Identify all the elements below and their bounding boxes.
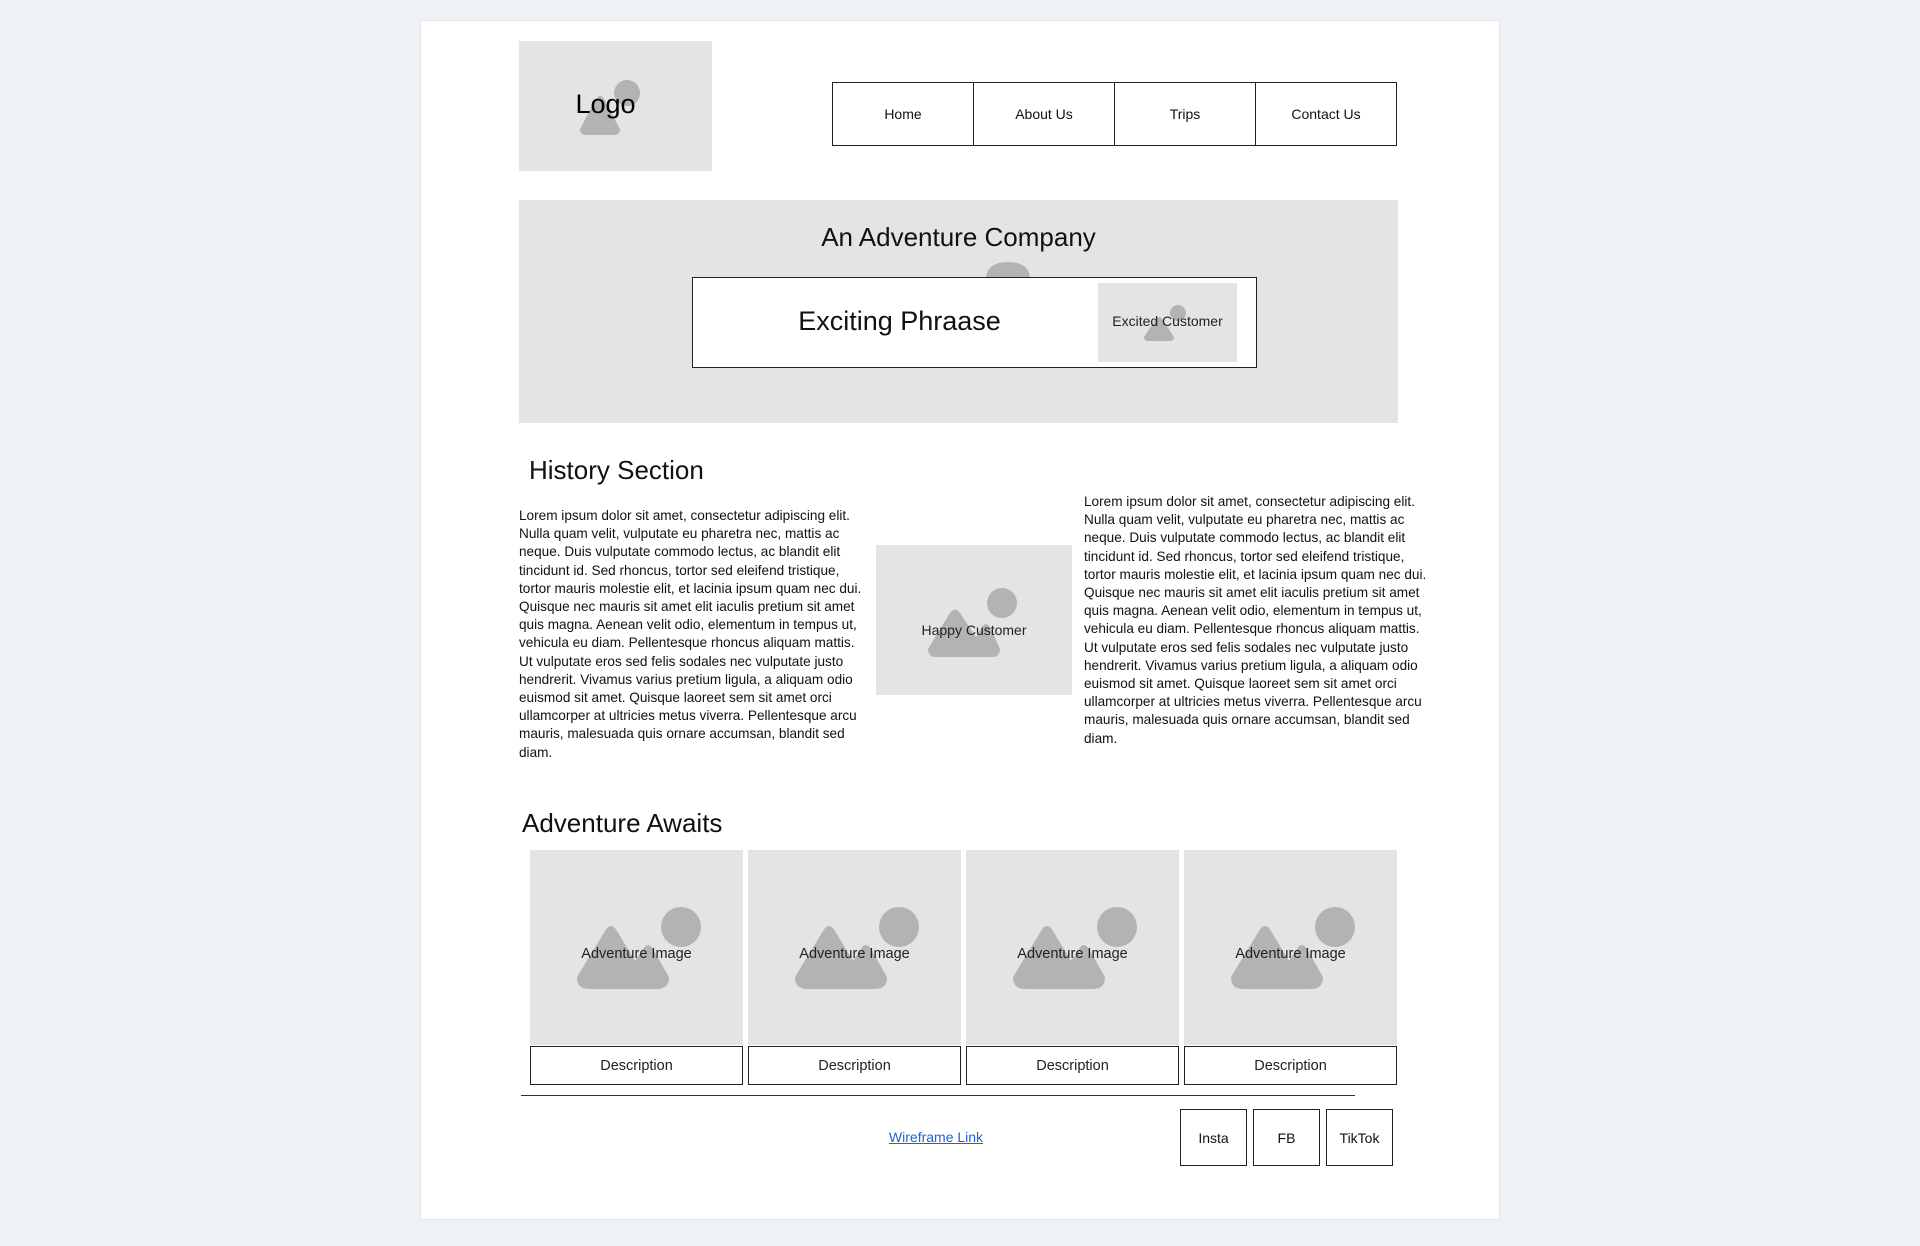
footer-divider: [521, 1095, 1355, 1096]
adventure-image-label: Adventure Image: [581, 946, 692, 962]
wireframe-page: Logo Home About Us Trips Contact Us An A…: [420, 20, 1500, 1220]
wireframe-link[interactable]: Wireframe Link: [886, 1129, 986, 1145]
adventure-image-3[interactable]: Adventure Image: [966, 850, 1179, 1045]
adventure-description-1[interactable]: Description: [530, 1046, 743, 1085]
adventure-image-label: Adventure Image: [1017, 946, 1128, 962]
adventure-description-2[interactable]: Description: [748, 1046, 961, 1085]
adventure-image-4[interactable]: Adventure Image: [1184, 850, 1397, 1045]
excited-customer-image[interactable]: Excited Customer: [1098, 283, 1237, 362]
hero-phrase: Exciting Phraase: [798, 306, 1001, 336]
history-right-text: Lorem ipsum dolor sit amet, consectetur …: [1084, 494, 1427, 746]
adventure-image-label: Adventure Image: [799, 946, 910, 962]
history-title: History Section: [529, 455, 704, 485]
adventure-image-label: Adventure Image: [1235, 946, 1346, 962]
happy-customer-image[interactable]: Happy Customer: [876, 545, 1072, 695]
nav-contact-us[interactable]: Contact Us: [1256, 83, 1396, 145]
adventure-description-3[interactable]: Description: [966, 1046, 1179, 1085]
hero-banner: An Adventure Company Exciting Phraase Ex…: [519, 200, 1398, 423]
adventure-image-1[interactable]: Adventure Image: [530, 850, 743, 1045]
social-insta-button[interactable]: Insta: [1180, 1109, 1247, 1166]
main-nav: Home About Us Trips Contact Us: [832, 82, 1397, 146]
hero-title: An Adventure Company: [821, 222, 1096, 252]
adventure-title: Adventure Awaits: [522, 808, 723, 838]
adventure-image-2[interactable]: Adventure Image: [748, 850, 961, 1045]
hero-card: Exciting Phraase Excited Customer: [692, 277, 1257, 368]
nav-home[interactable]: Home: [833, 83, 974, 145]
adventure-description-4[interactable]: Description: [1184, 1046, 1397, 1085]
history-left-text: Lorem ipsum dolor sit amet, consectetur …: [519, 508, 862, 760]
excited-customer-label: Excited Customer: [1112, 313, 1223, 329]
happy-customer-label: Happy Customer: [921, 622, 1027, 638]
logo[interactable]: Logo: [519, 41, 712, 171]
social-fb-button[interactable]: FB: [1253, 1109, 1320, 1166]
logo-label: Logo: [575, 89, 636, 119]
nav-trips[interactable]: Trips: [1115, 83, 1256, 145]
social-tiktok-button[interactable]: TikTok: [1326, 1109, 1393, 1166]
nav-about-us[interactable]: About Us: [974, 83, 1115, 145]
